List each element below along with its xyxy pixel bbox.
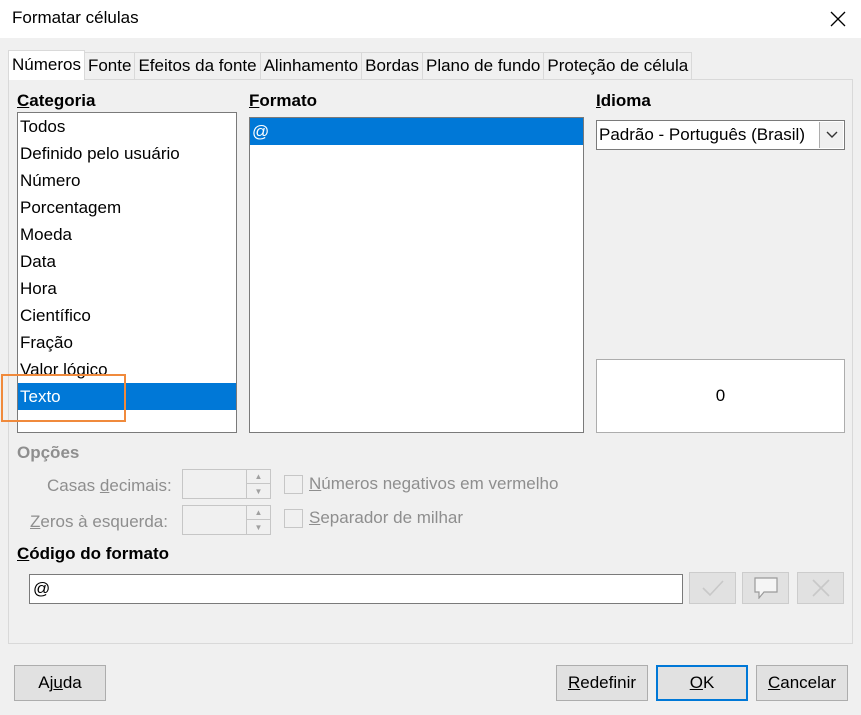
comment-format-button[interactable] (742, 572, 789, 604)
format-code-label: Código do formato (17, 544, 170, 563)
reset-button[interactable]: Redefinir (556, 665, 648, 701)
accept-format-button[interactable] (689, 572, 736, 604)
dialog-body: Números Fonte Efeitos da fonte Alinhamen… (0, 38, 861, 715)
checkbox-box[interactable] (284, 474, 303, 494)
cancel-button[interactable]: Cancelar (756, 665, 848, 701)
list-item[interactable]: Moeda (18, 221, 236, 248)
language-dropdown[interactable]: Padrão - Português (Brasil) (596, 120, 845, 150)
tab-bordas[interactable]: Bordas (361, 52, 423, 80)
options-heading: Opções (17, 443, 80, 462)
format-list[interactable]: @ (249, 117, 584, 433)
tab-alinhamento[interactable]: Alinhamento (259, 52, 363, 80)
tab-numeros[interactable]: Números (8, 50, 85, 80)
format-label: Formato (249, 91, 318, 110)
spin-up-icon[interactable]: ▲ (247, 506, 270, 520)
negative-red-checkbox[interactable]: Números negativos em vermelho (284, 474, 558, 494)
list-item[interactable]: Fração (18, 329, 236, 356)
spin-down-icon[interactable]: ▼ (247, 484, 270, 498)
tab-protecao-de-celula[interactable]: Proteção de célula (543, 52, 693, 80)
title-bar: Formatar células (0, 0, 861, 38)
list-item[interactable]: Definido pelo usuário (18, 140, 236, 167)
checkbox-box[interactable] (284, 508, 303, 528)
list-item[interactable]: Porcentagem (18, 194, 236, 221)
category-label: Categoria (17, 91, 96, 110)
list-item-selected[interactable]: Texto (18, 383, 236, 410)
tab-efeitos-da-fonte[interactable]: Efeitos da fonte (134, 52, 261, 80)
help-button[interactable]: Aj u da (14, 665, 106, 701)
list-item[interactable]: Valor lógico (18, 356, 236, 383)
list-item[interactable]: Data (18, 248, 236, 275)
list-item-selected[interactable]: @ (250, 118, 583, 145)
preview-value: 0 (715, 386, 726, 405)
preview-box: 0 (596, 359, 845, 433)
leading-zeros-label: Zeros à esquerda: (30, 512, 168, 531)
language-label: Idioma (596, 91, 651, 110)
decimal-places-label: Casas decimais: (47, 476, 172, 495)
ok-button[interactable]: OK (656, 665, 748, 701)
leading-zeros-spinner[interactable]: ▲ ▼ (182, 505, 271, 535)
delete-format-button[interactable] (797, 572, 844, 604)
close-icon (830, 11, 846, 27)
checkmark-icon (701, 580, 724, 597)
category-list[interactable]: Todos Definido pelo usuário Número Porce… (17, 112, 237, 433)
language-value: Padrão - Português (Brasil) (599, 125, 805, 144)
dropdown-arrow[interactable] (819, 122, 843, 148)
spin-down-icon[interactable]: ▼ (247, 520, 270, 534)
decimal-places-spinner[interactable]: ▲ ▼ (182, 469, 271, 499)
tab-bar: Números Fonte Efeitos da fonte Alinhamen… (8, 50, 693, 80)
list-item[interactable]: Hora (18, 275, 236, 302)
tab-fonte[interactable]: Fonte (83, 52, 136, 80)
chevron-down-icon (826, 131, 837, 138)
list-item[interactable]: Todos (18, 113, 236, 140)
negative-red-label: Números negativos em vermelho (309, 474, 559, 493)
list-item[interactable]: Número (18, 167, 236, 194)
spin-up-icon[interactable]: ▲ (247, 470, 270, 484)
close-button[interactable] (815, 0, 861, 38)
window-title: Formatar células (12, 8, 139, 27)
list-item[interactable]: Científico (18, 302, 236, 329)
format-code-input[interactable]: @ (29, 574, 683, 604)
thousands-separator-label: Separador de milhar (309, 508, 464, 527)
comment-icon (753, 577, 778, 599)
thousands-separator-checkbox[interactable]: Separador de milhar (284, 508, 463, 528)
delete-icon (811, 579, 830, 597)
tab-plano-de-fundo[interactable]: Plano de fundo (421, 52, 545, 80)
